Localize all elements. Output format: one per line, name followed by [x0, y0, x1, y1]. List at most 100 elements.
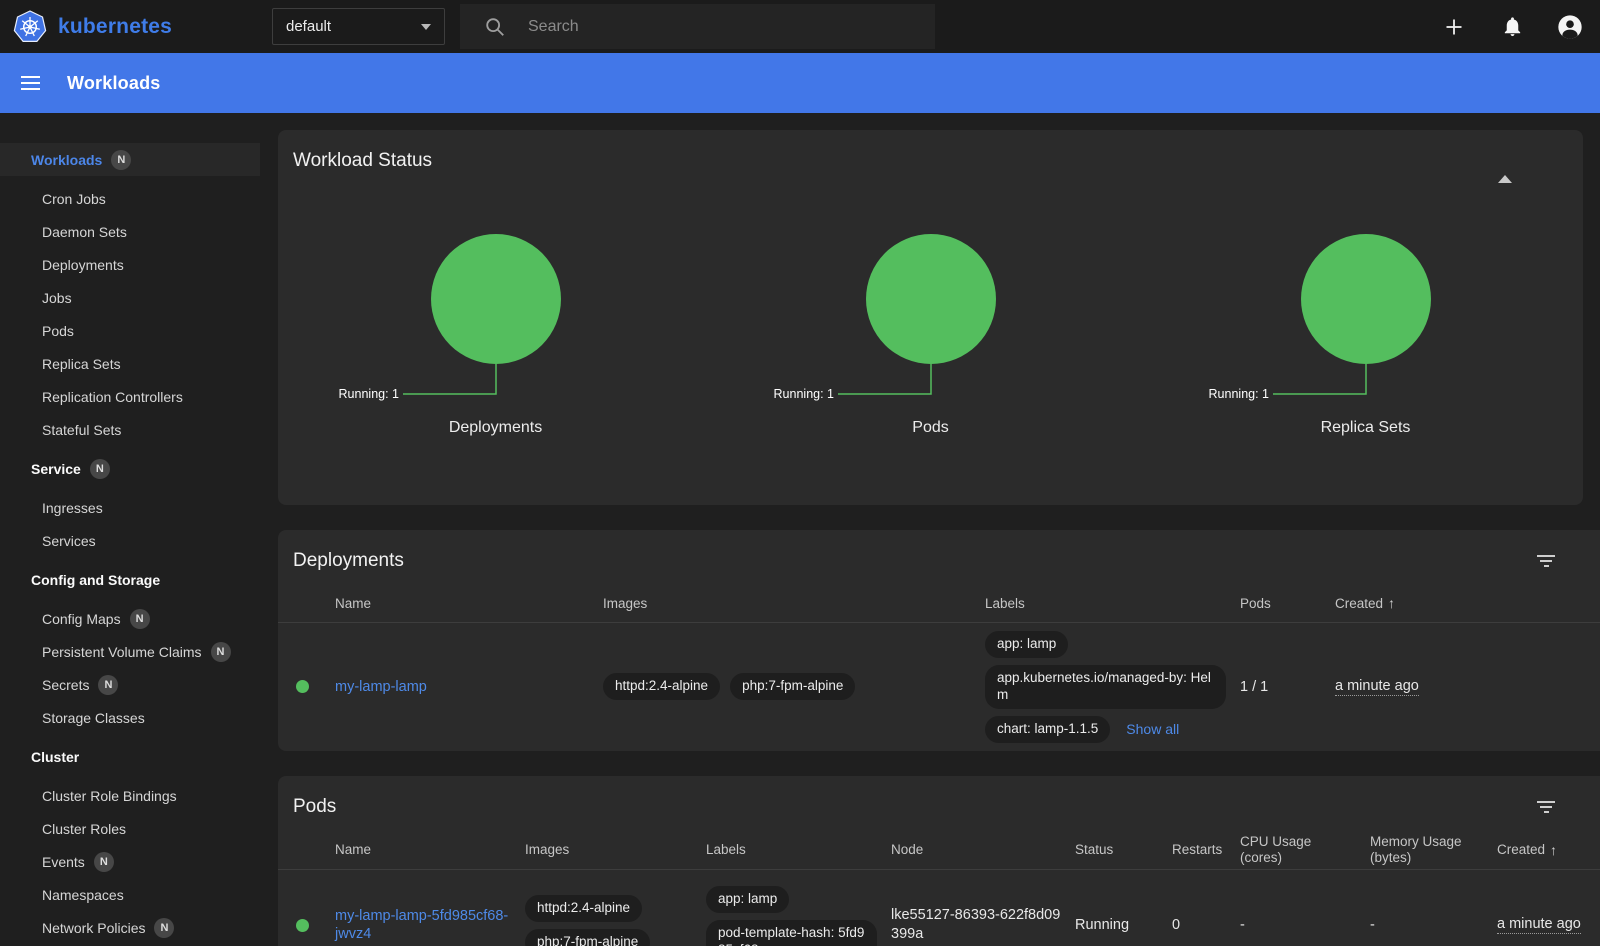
sidebar-item-pods[interactable]: Pods [0, 314, 260, 347]
sidebar-item-label: Network Policies [42, 920, 145, 936]
search-icon [484, 16, 506, 38]
sidebar-item-ingresses[interactable]: Ingresses [0, 491, 260, 524]
sidebar-item-label: Stateful Sets [42, 422, 121, 438]
sidebar-item-label: Cron Jobs [42, 191, 106, 207]
top-bar: kubernetes default [0, 0, 1600, 53]
chart-title: Pods [912, 419, 948, 437]
new-badge: N [130, 609, 150, 629]
column-header-cpu-usage-cores[interactable]: CPU Usage (cores) [1240, 832, 1370, 870]
column-header-label: Images [603, 596, 647, 613]
main-content: Workload Status Running: 1 Deployments Run… [260, 113, 1600, 946]
sidebar-item-cluster-role-bindings[interactable]: Cluster Role Bindings [0, 779, 260, 812]
column-header-label: Name [335, 596, 371, 613]
label-chip: php:7-fpm-alpine [730, 673, 855, 700]
chart-title: Replica Sets [1321, 419, 1411, 437]
workload-status-charts: Running: 1DeploymentsRunning: 1PodsRunni… [278, 233, 1583, 437]
labels-cell: app: lampapp.kubernetes.io/managed-by: H… [985, 623, 1240, 751]
column-header-images[interactable]: Images [525, 832, 706, 870]
column-header-created[interactable]: Created↑ [1497, 832, 1600, 870]
column-header-label: Memory Usage (bytes) [1370, 834, 1483, 868]
sidebar-item-label: Config Maps [42, 611, 121, 627]
column-header-label: Labels [985, 596, 1025, 613]
sidebar-item-replica-sets[interactable]: Replica Sets [0, 347, 260, 380]
column-header-images[interactable]: Images [603, 586, 985, 622]
sidebar-nav: WorkloadsN Cron Jobs Daemon Sets Deployment… [0, 113, 260, 946]
running-status-dot [296, 919, 309, 932]
workload-status-card: Workload Status Running: 1DeploymentsRun… [278, 130, 1583, 505]
pod-name-link[interactable]: my-lamp-lamp-5fd985cf68-jwvz4 [335, 907, 511, 943]
pie-callout-label: Running: 1 [773, 387, 834, 401]
column-header-node[interactable]: Node [891, 832, 1075, 870]
sidebar-item-secrets[interactable]: SecretsN [0, 668, 260, 701]
deployment-name-link[interactable]: my-lamp-lamp [335, 678, 427, 696]
column-header-label: CPU Usage (cores) [1240, 834, 1356, 868]
menu-toggle-button[interactable] [19, 71, 43, 95]
label-chip: httpd:2.4-alpine [603, 673, 720, 700]
sidebar-item-cluster-roles[interactable]: Cluster Roles [0, 812, 260, 845]
sidebar-item-label: Pods [42, 323, 74, 339]
workload-pie-pods: Running: 1 Pods [713, 233, 1148, 437]
column-header-name[interactable]: Name [335, 586, 603, 622]
column-header-memory-usage-bytes[interactable]: Memory Usage (bytes) [1370, 832, 1497, 870]
sidebar-item-daemon-sets[interactable]: Daemon Sets [0, 215, 260, 248]
pie-callout-label: Running: 1 [338, 387, 399, 401]
label-chip: app: lamp [706, 886, 789, 913]
deployments-filter-button[interactable] [1534, 552, 1558, 570]
pods-ratio: 1 / 1 [1240, 679, 1268, 695]
new-badge: N [111, 150, 131, 170]
created-timestamp: a minute ago [1497, 916, 1581, 934]
column-header-pods[interactable]: Pods [1240, 586, 1335, 622]
notifications-button[interactable] [1498, 13, 1526, 41]
deployment-row: my-lamp-lamp httpd:2.4-alpine php:7-fpm-al… [278, 623, 1600, 751]
chevron-up-icon [1498, 158, 1512, 183]
sidebar-item-persistent-volume-claims[interactable]: Persistent Volume ClaimsN [0, 635, 260, 668]
filter-icon [1537, 801, 1555, 803]
sidebar-item-workloads[interactable]: WorkloadsN [0, 143, 260, 176]
pods-filter-button[interactable] [1534, 798, 1558, 816]
kubernetes-home-link[interactable]: kubernetes [0, 10, 172, 44]
sidebar-item-label: Daemon Sets [42, 224, 127, 240]
collapse-card-button[interactable] [1498, 158, 1512, 176]
label-chip: pod-template-hash: 5fd985cf68 [706, 920, 877, 946]
column-header-labels[interactable]: Labels [706, 832, 891, 870]
search-bar[interactable] [460, 4, 935, 49]
workload-status-title: Workload Status [278, 130, 1583, 186]
running-status-dot [296, 680, 309, 693]
column-header-labels[interactable]: Labels [985, 586, 1240, 622]
sidebar-item-deployments[interactable]: Deployments [0, 248, 260, 281]
show-all-link[interactable]: Show all [1126, 721, 1179, 737]
sidebar-item-config-maps[interactable]: Config Maps N [0, 602, 260, 635]
sidebar-item-cron-jobs[interactable]: Cron Jobs [0, 182, 260, 215]
chevron-down-icon [421, 24, 431, 30]
column-header-created[interactable]: Created↑ [1335, 586, 1600, 622]
user-menu-button[interactable] [1556, 13, 1584, 41]
sidebar-item-network-policies[interactable]: Network PoliciesN [0, 911, 260, 944]
sidebar-item-jobs[interactable]: Jobs [0, 281, 260, 314]
column-header-status[interactable]: Status [1075, 832, 1172, 870]
column-header-label: Created [1335, 596, 1383, 613]
sidebar-item-storage-classes[interactable]: Storage Classes [0, 701, 260, 734]
sidebar-item-replication-controllers[interactable]: Replication Controllers [0, 380, 260, 413]
brand-title: kubernetes [58, 15, 172, 39]
label-chip: app: lamp [985, 631, 1068, 658]
namespace-selector[interactable]: default [272, 8, 445, 45]
label-chip: httpd:2.4-alpine [525, 895, 642, 922]
add-resource-button[interactable] [1440, 13, 1468, 41]
sidebar-item-events[interactable]: EventsN [0, 845, 260, 878]
new-badge: N [211, 642, 231, 662]
sidebar-item-stateful-sets[interactable]: Stateful Sets [0, 413, 260, 446]
pod-status: Running [1075, 917, 1129, 933]
new-badge: N [90, 459, 110, 479]
sidebar-item-service[interactable]: ServiceN [0, 452, 260, 485]
label-chip: chart: lamp-1.1.5 [985, 716, 1110, 743]
sidebar-item-services[interactable]: Services [0, 524, 260, 557]
deployments-title: Deployments [278, 530, 1600, 586]
deployments-table-body: my-lamp-lamp httpd:2.4-alpine php:7-fpm-al… [278, 623, 1600, 751]
label-chip: php:7-fpm-alpine [525, 929, 650, 946]
column-header-name[interactable]: Name [335, 832, 525, 870]
memory-usage: - [1370, 917, 1375, 933]
search-input[interactable] [526, 17, 856, 37]
deployments-card: Deployments Name Images Labels PodsCreated↑… [278, 530, 1600, 751]
column-header-restarts[interactable]: Restarts [1172, 832, 1240, 870]
sidebar-item-namespaces[interactable]: Namespaces [0, 878, 260, 911]
